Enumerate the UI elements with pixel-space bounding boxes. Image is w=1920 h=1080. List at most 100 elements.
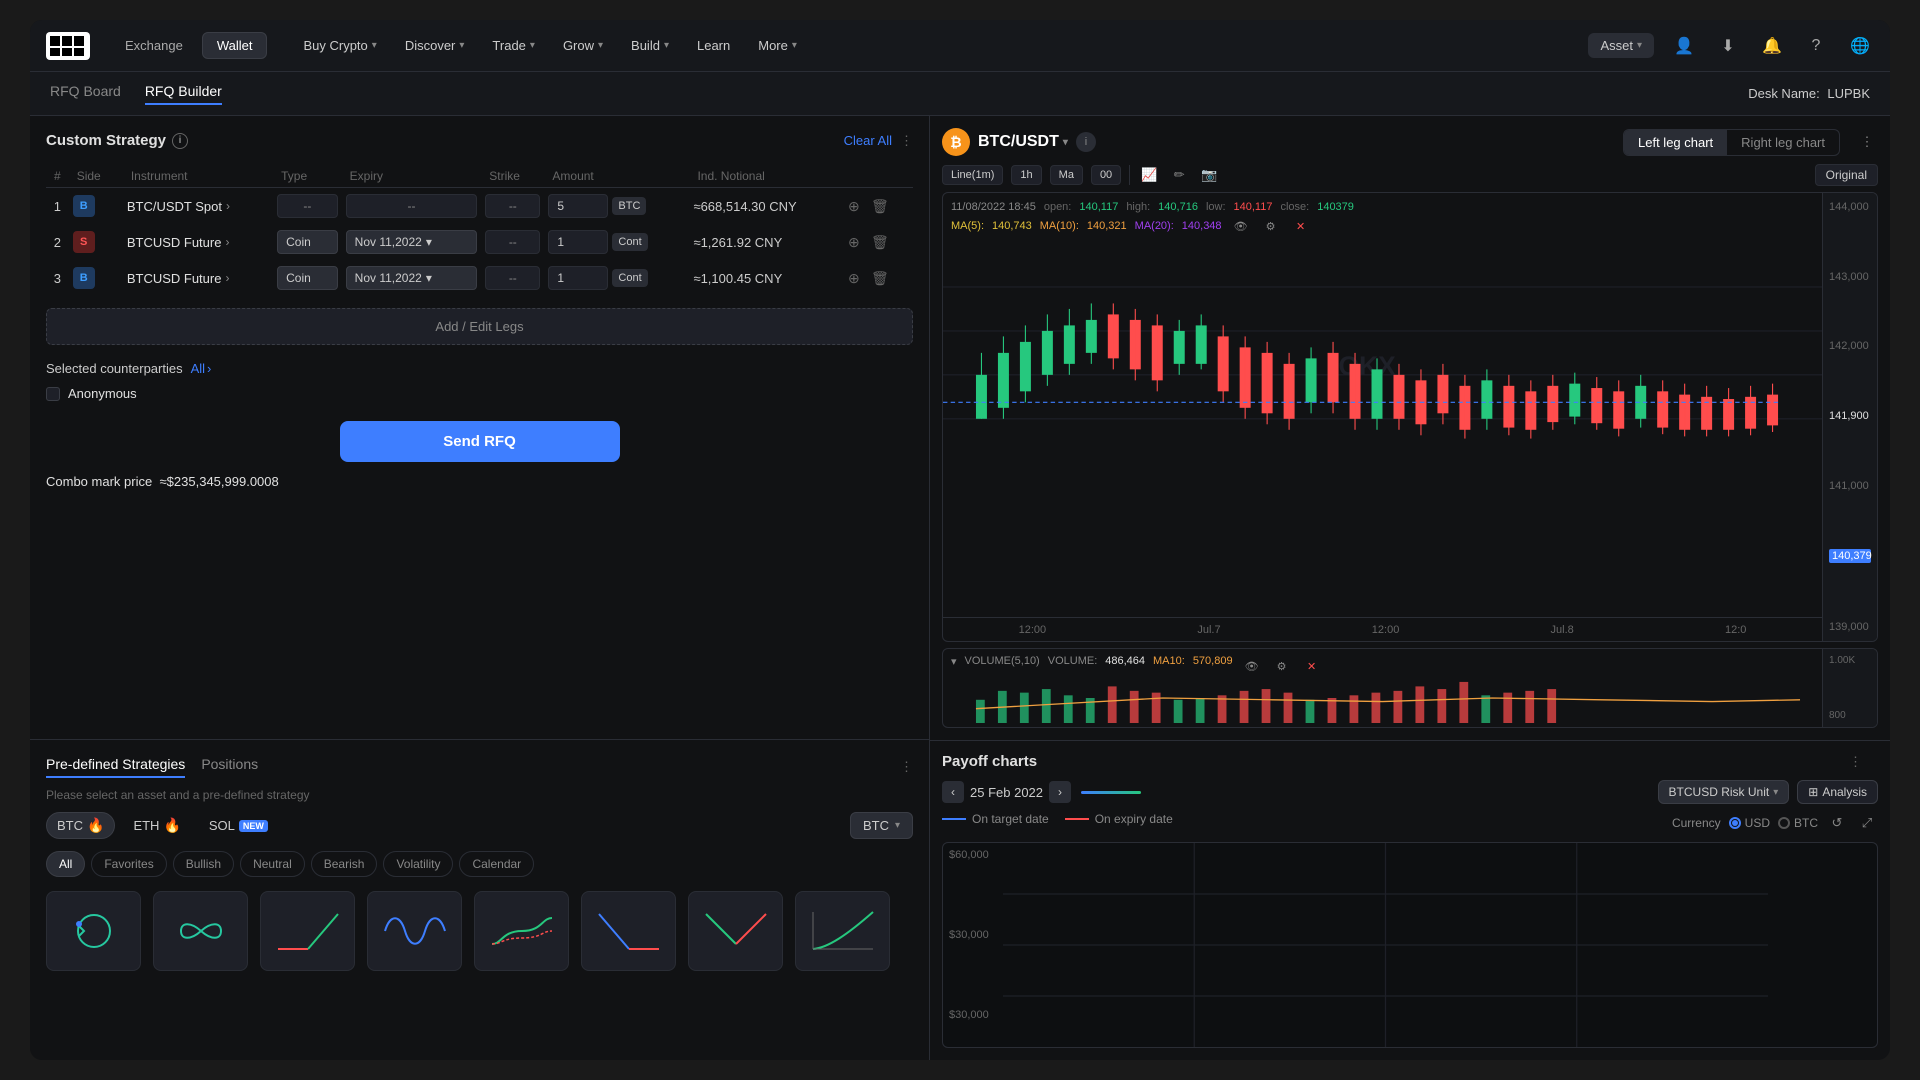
left-leg-chart-tab[interactable]: Left leg chart: [1624, 130, 1727, 155]
wallet-tab[interactable]: Wallet: [202, 32, 268, 59]
asset-select-dropdown[interactable]: BTC ▾: [850, 812, 913, 839]
ma-settings-icon[interactable]: ⚙: [1260, 215, 1282, 237]
strike-input-1[interactable]: --: [485, 194, 540, 218]
ma-close-icon[interactable]: ✕: [1290, 215, 1312, 237]
duplicate-btn-2[interactable]: ⊕: [844, 232, 864, 252]
cat-bearish-btn[interactable]: Bearish: [311, 851, 378, 877]
expiry-dropdown-3[interactable]: Nov 11,2022 ▾: [346, 266, 478, 290]
more-options-icon[interactable]: ⋮: [900, 133, 913, 149]
payoff-more-icon[interactable]: ⋮: [1849, 754, 1862, 770]
strike-input-2[interactable]: --: [485, 230, 540, 254]
learn-menu[interactable]: Learn: [685, 33, 742, 58]
clear-all-button[interactable]: Clear All: [844, 133, 892, 148]
build-menu[interactable]: Build ▾: [619, 33, 681, 58]
btc-asset-btn[interactable]: BTC 🔥: [46, 812, 115, 839]
globe-icon[interactable]: 🌐: [1846, 32, 1874, 60]
instrument-chevron[interactable]: ›: [226, 199, 230, 213]
cat-neutral-btn[interactable]: Neutral: [240, 851, 305, 877]
delete-btn-2[interactable]: 🗑: [870, 232, 890, 252]
strategy-card-8[interactable]: [795, 891, 890, 971]
strategy-card-7[interactable]: [688, 891, 783, 971]
high-val: 140,716: [1158, 201, 1198, 213]
expiry-input-1[interactable]: --: [346, 194, 478, 218]
grow-menu[interactable]: Grow ▾: [551, 33, 615, 58]
amount-input-1[interactable]: 5: [548, 194, 608, 218]
info-icon[interactable]: i: [172, 133, 188, 149]
discover-chevron: ▾: [459, 40, 464, 51]
asset-button[interactable]: Asset ▾: [1588, 33, 1654, 58]
amount-input-2[interactable]: 1: [548, 230, 608, 254]
date-next-btn[interactable]: ›: [1049, 781, 1071, 803]
strategy-card-4[interactable]: [367, 891, 462, 971]
strategy-card-6[interactable]: [581, 891, 676, 971]
chart-more-icon[interactable]: ⋮: [1856, 131, 1878, 153]
discover-menu[interactable]: Discover ▾: [393, 33, 477, 58]
btc-radio[interactable]: BTC: [1778, 816, 1818, 830]
pre-defined-more-icon[interactable]: ⋮: [900, 759, 913, 775]
date-display: 25 Feb 2022: [970, 785, 1043, 800]
leg-amount-2: 1 Cont: [544, 224, 689, 260]
anonymous-checkbox[interactable]: [46, 387, 60, 401]
all-counterparties-link[interactable]: All ›: [191, 361, 212, 376]
type-dropdown-3[interactable]: Coin: [277, 266, 338, 290]
screenshot-icon[interactable]: 📷: [1198, 164, 1220, 186]
cat-calendar-btn[interactable]: Calendar: [459, 851, 534, 877]
payoff-controls: ‹ 25 Feb 2022 ›: [942, 781, 1141, 803]
strategy-card-1[interactable]: [46, 891, 141, 971]
rfq-board-tab[interactable]: RFQ Board: [50, 83, 121, 105]
risk-unit-dropdown[interactable]: BTCUSD Risk Unit ▾: [1658, 780, 1790, 804]
strategies-tab[interactable]: Pre-defined Strategies: [46, 756, 185, 778]
sol-asset-btn[interactable]: SOL NEW: [199, 814, 278, 837]
send-rfq-button[interactable]: Send RFQ: [340, 421, 620, 462]
add-edit-legs-button[interactable]: Add / Edit Legs: [46, 308, 913, 345]
instrument-chevron[interactable]: ›: [225, 235, 229, 249]
delete-btn-3[interactable]: 🗑: [870, 268, 890, 288]
trend-icon[interactable]: 📈: [1138, 164, 1160, 186]
user-icon[interactable]: 👤: [1670, 32, 1698, 60]
cat-bullish-btn[interactable]: Bullish: [173, 851, 234, 877]
strategy-card-5[interactable]: [474, 891, 569, 971]
chart-x-axis: 12:00 Jul.7 12:00 Jul.8 12:0: [943, 617, 1822, 641]
original-btn[interactable]: Original: [1815, 164, 1878, 186]
more-menu[interactable]: More ▾: [746, 33, 809, 58]
date-slider[interactable]: [1081, 791, 1141, 794]
payoff-expand-icon[interactable]: ⤢: [1856, 812, 1878, 834]
ma-eye-icon[interactable]: 👁: [1230, 215, 1252, 237]
instrument-chevron[interactable]: ›: [225, 271, 229, 285]
payoff-chart: $60,000 $30,000 $30,000: [942, 842, 1878, 1048]
agg-btn[interactable]: 00: [1091, 165, 1121, 185]
date-prev-btn[interactable]: ‹: [942, 781, 964, 803]
ma-btn[interactable]: Ma: [1050, 165, 1083, 185]
cat-volatility-btn[interactable]: Volatility: [383, 851, 453, 877]
delete-btn-1[interactable]: 🗑: [870, 196, 890, 216]
pair-name-dropdown[interactable]: BTC/USDT ▾: [978, 133, 1068, 151]
interval-btn[interactable]: 1h: [1011, 165, 1041, 185]
payoff-refresh-icon[interactable]: ↺: [1826, 812, 1848, 834]
duplicate-btn-3[interactable]: ⊕: [844, 268, 864, 288]
buy-crypto-menu[interactable]: Buy Crypto ▾: [291, 33, 388, 58]
cat-favorites-btn[interactable]: Favorites: [91, 851, 166, 877]
cat-all-btn[interactable]: All: [46, 851, 85, 877]
trade-menu[interactable]: Trade ▾: [480, 33, 547, 58]
duplicate-btn-1[interactable]: ⊕: [844, 196, 864, 216]
type-input-1[interactable]: --: [277, 194, 338, 218]
eth-asset-btn[interactable]: ETH 🔥: [123, 813, 190, 838]
strike-input-3[interactable]: --: [485, 266, 540, 290]
analysis-button[interactable]: ⊞ Analysis: [1797, 780, 1878, 804]
right-leg-chart-tab[interactable]: Right leg chart: [1727, 130, 1839, 155]
strategy-card-2[interactable]: [153, 891, 248, 971]
pair-info-icon[interactable]: i: [1076, 132, 1096, 152]
bell-icon[interactable]: 🔔: [1758, 32, 1786, 60]
draw-icon[interactable]: ✏: [1168, 164, 1190, 186]
download-icon[interactable]: ⬇: [1714, 32, 1742, 60]
strategy-card-3[interactable]: [260, 891, 355, 971]
type-dropdown-2[interactable]: Coin: [277, 230, 338, 254]
rfq-builder-tab[interactable]: RFQ Builder: [145, 83, 222, 105]
amount-input-3[interactable]: 1: [548, 266, 608, 290]
usd-radio[interactable]: USD: [1729, 816, 1770, 830]
help-icon[interactable]: ?: [1802, 32, 1830, 60]
positions-tab[interactable]: Positions: [201, 756, 258, 778]
exchange-tab[interactable]: Exchange: [110, 32, 198, 59]
line-timeframe-btn[interactable]: Line(1m): [942, 165, 1003, 185]
expiry-dropdown-2[interactable]: Nov 11,2022 ▾: [346, 230, 478, 254]
